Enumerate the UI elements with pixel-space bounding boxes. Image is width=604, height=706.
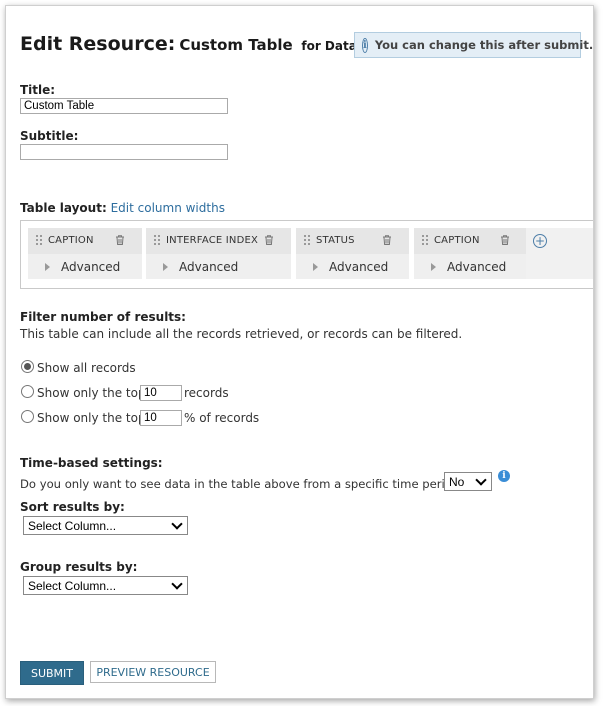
trash-icon[interactable] <box>381 234 393 246</box>
trash-icon[interactable] <box>114 234 126 246</box>
group-column-select[interactable]: Select Column... <box>23 576 188 595</box>
layout-column[interactable]: CAPTION Advanced <box>414 228 527 279</box>
advanced-label: Advanced <box>329 260 389 274</box>
advanced-label: Advanced <box>61 260 121 274</box>
add-column-slot: + <box>526 228 593 279</box>
chevron-down-icon <box>475 474 487 486</box>
trash-icon[interactable] <box>263 234 275 246</box>
radio-top-records[interactable] <box>21 385 34 398</box>
info-banner: i You can change this after submit. <box>354 32 593 58</box>
top-percent-input[interactable]: 10 <box>140 410 182 426</box>
expand-arrow-icon <box>313 263 318 271</box>
filter-label: Filter number of results: <box>20 310 186 324</box>
info-icon[interactable]: i <box>498 470 510 482</box>
drag-handle-icon[interactable] <box>422 235 428 245</box>
expand-arrow-icon <box>431 263 436 271</box>
info-banner-text: You can change this after submit. <box>374 38 594 52</box>
radio-top-percent[interactable] <box>21 410 34 423</box>
radio-top-percent-label: Show only the top <box>37 411 146 425</box>
subtitle-label: Subtitle: <box>20 129 79 143</box>
page-title-text: Edit Resource: <box>20 33 176 55</box>
subtitle-input[interactable] <box>20 144 228 160</box>
column-name: INTERFACE INDEX <box>166 235 259 246</box>
advanced-toggle[interactable]: Advanced <box>414 254 527 279</box>
group-column-value: Select Column... <box>28 579 117 593</box>
table-layout-columns: CAPTION Advanced INTERFACE INDEX Advance… <box>20 220 593 289</box>
trash-icon[interactable] <box>499 234 511 246</box>
drag-handle-icon[interactable] <box>154 235 160 245</box>
drag-handle-icon[interactable] <box>36 235 42 245</box>
layout-column-header: CAPTION <box>28 228 142 252</box>
preview-resource-button[interactable]: PREVIEW RESOURCE <box>90 661 216 683</box>
time-period-value: No <box>449 475 465 489</box>
resource-name: Custom Table <box>179 36 293 54</box>
add-column-icon[interactable]: + <box>533 234 547 248</box>
advanced-toggle[interactable]: Advanced <box>296 254 409 279</box>
radio-top-records-label: Show only the top <box>37 386 146 400</box>
drag-handle-icon[interactable] <box>304 235 310 245</box>
advanced-toggle[interactable]: Advanced <box>146 254 291 279</box>
layout-column-header: INTERFACE INDEX <box>146 228 291 252</box>
expand-arrow-icon <box>163 263 168 271</box>
advanced-label: Advanced <box>447 260 507 274</box>
layout-column-header: STATUS <box>296 228 409 252</box>
submit-button[interactable]: SUBMIT <box>20 661 84 685</box>
edit-column-widths-link[interactable]: Edit column widths <box>111 201 225 215</box>
top-percent-suffix: % of records <box>184 411 260 425</box>
info-icon: i <box>362 37 368 53</box>
expand-arrow-icon <box>45 263 50 271</box>
radio-show-all-label: Show all records <box>37 361 136 375</box>
chevron-down-icon <box>171 578 183 590</box>
advanced-toggle[interactable]: Advanced <box>28 254 142 279</box>
column-name: STATUS <box>316 235 355 246</box>
layout-column-header: CAPTION <box>414 228 527 252</box>
title-input[interactable]: Custom Table <box>20 98 228 114</box>
time-settings-label: Time-based settings: <box>20 456 163 470</box>
column-name: CAPTION <box>434 235 480 246</box>
chevron-down-icon <box>171 518 183 530</box>
table-layout-header: Table layout: Edit column widths <box>20 201 225 215</box>
title-label: Title: <box>20 83 56 97</box>
time-question: Do you only want to see data in the tabl… <box>20 477 466 491</box>
edit-resource-dialog: Edit Resource:Custom Table for Datasourc… <box>5 5 594 699</box>
sort-column-select[interactable]: Select Column... <box>23 516 188 535</box>
radio-show-all[interactable] <box>21 360 34 373</box>
filter-description: This table can include all the records r… <box>20 327 463 341</box>
layout-column[interactable]: INTERFACE INDEX Advanced <box>146 228 291 279</box>
table-layout-label: Table layout: <box>20 201 107 215</box>
layout-column[interactable]: STATUS Advanced <box>296 228 409 279</box>
group-label: Group results by: <box>20 560 138 574</box>
column-name: CAPTION <box>48 235 94 246</box>
top-records-input[interactable]: 10 <box>140 385 182 401</box>
sort-label: Sort results by: <box>20 500 125 514</box>
layout-column[interactable]: CAPTION Advanced <box>28 228 142 279</box>
time-period-select[interactable]: No <box>444 472 492 491</box>
top-records-suffix: records <box>184 386 229 400</box>
sort-column-value: Select Column... <box>28 519 117 533</box>
advanced-label: Advanced <box>179 260 239 274</box>
